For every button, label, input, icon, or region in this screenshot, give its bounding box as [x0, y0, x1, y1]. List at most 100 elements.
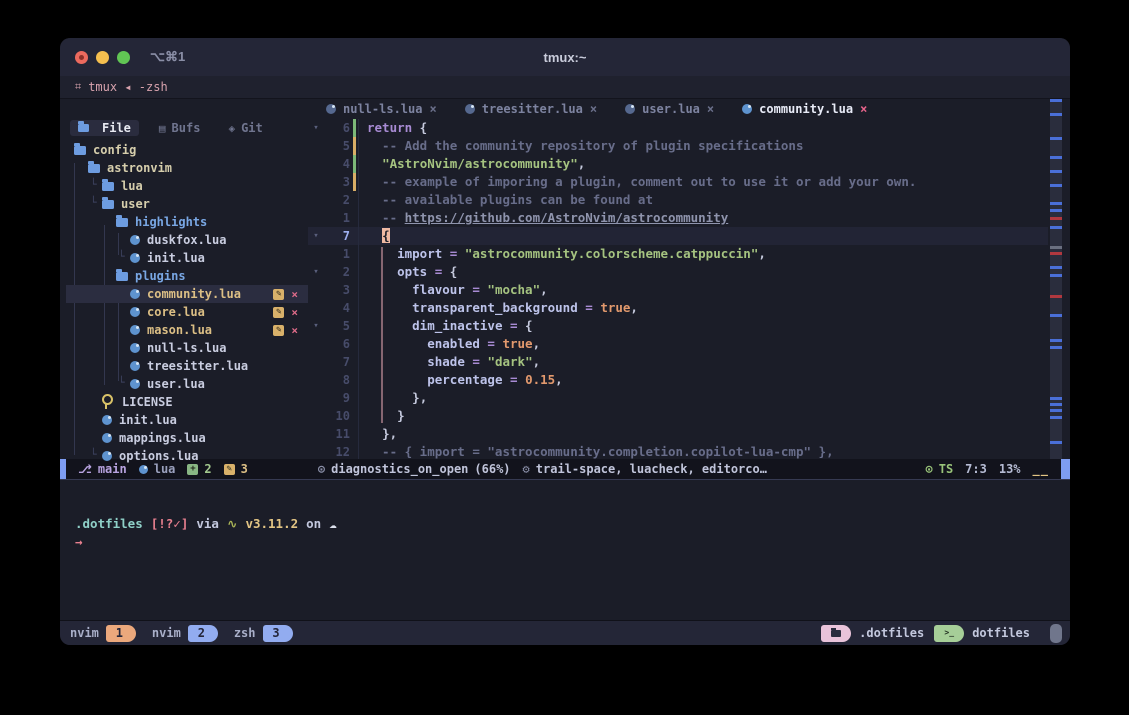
code-line[interactable]: 8 percentage = 0.15,: [308, 371, 1048, 389]
buffer-tab-label: community.lua: [759, 102, 853, 116]
tree-item-highlights[interactable]: highlights: [66, 213, 308, 231]
code-token: ,: [420, 390, 428, 405]
code-token: ,: [540, 282, 548, 297]
fold-chevron-icon[interactable]: ▾: [308, 227, 324, 245]
tmux-session-row[interactable]: ⌗ tmux ◂ -zsh: [60, 76, 1070, 99]
zoom-window-button[interactable]: [117, 51, 130, 64]
tree-item-astronvim[interactable]: astronvim: [66, 159, 308, 177]
line-number: 2: [324, 263, 350, 281]
tree-item-plugins[interactable]: plugins: [66, 267, 308, 285]
code-line[interactable]: 9 },: [308, 389, 1048, 407]
code-area[interactable]: ▾6return {5 -- Add the community reposit…: [308, 119, 1048, 459]
close-icon[interactable]: ×: [707, 102, 714, 116]
lua-icon: [102, 433, 112, 443]
tree-connector: └: [118, 250, 125, 263]
code-line[interactable]: 3 -- example of imporing a plugin, comme…: [308, 173, 1048, 191]
code-token: =: [502, 318, 525, 333]
line-number: 3: [324, 281, 350, 299]
close-icon[interactable]: ×: [860, 102, 867, 116]
code-line[interactable]: ▾5 dim_inactive = {: [308, 317, 1048, 335]
close-icon[interactable]: ×: [291, 306, 298, 319]
tmux-window-index-badge: 3: [263, 625, 293, 642]
close-icon[interactable]: ×: [429, 102, 436, 116]
sidebar-tab-bufs[interactable]: ▤Bufs: [151, 120, 209, 136]
code-line[interactable]: 7 shade = "dark",: [308, 353, 1048, 371]
code-token: -- { import = "astrocommunity.completion…: [367, 444, 834, 459]
tmux-window-zsh-3[interactable]: zsh3: [234, 625, 293, 642]
tree-item-community.lua[interactable]: community.lua✎×: [66, 285, 308, 303]
git-changed-icon: ✎: [224, 464, 235, 475]
window-shortcut-label: ⌥⌘1: [150, 49, 185, 65]
tree-item-duskfox.lua[interactable]: duskfox.lua: [66, 231, 308, 249]
tree-item-options.lua[interactable]: └options.lua: [66, 447, 308, 465]
code-text: },: [358, 389, 427, 407]
code-token: ,: [533, 354, 541, 369]
code-line[interactable]: 4 transparent_background = true,: [308, 299, 1048, 317]
tree-item-user.lua[interactable]: └user.lua: [66, 375, 308, 393]
line-number: 11: [324, 425, 350, 443]
code-token: dim_inactive: [412, 318, 502, 333]
tree-item-config[interactable]: config: [66, 141, 308, 159]
titlebar[interactable]: ⌥⌘1 tmux:~: [60, 38, 1070, 76]
tree-item-core.lua[interactable]: core.lua✎×: [66, 303, 308, 321]
scrollbar-minimap[interactable]: [1050, 99, 1062, 459]
code-line[interactable]: 6 enabled = true,: [308, 335, 1048, 353]
shell-pane[interactable]: .dotfiles [!?✓] via ∿ v3.11.2 on ☁ →: [60, 479, 1070, 620]
tree-item-init.lua[interactable]: init.lua: [66, 411, 308, 429]
code-text: return {: [358, 119, 427, 137]
tree-item-mason.lua[interactable]: mason.lua✎×: [66, 321, 308, 339]
tree-item-treesitter.lua[interactable]: treesitter.lua: [66, 357, 308, 375]
code-line[interactable]: 1 import = "astrocommunity.colorscheme.c…: [308, 245, 1048, 263]
code-token: true: [502, 336, 532, 351]
code-line[interactable]: 11 },: [308, 425, 1048, 443]
code-token: =: [480, 336, 503, 351]
code-line[interactable]: 5 -- Add the community repository of plu…: [308, 137, 1048, 155]
code-text: {: [358, 227, 390, 245]
tmux-window-nvim-1[interactable]: nvim1: [70, 625, 136, 642]
code-line[interactable]: 2 -- available plugins can be found at: [308, 191, 1048, 209]
code-token: =: [442, 246, 465, 261]
buffer-tab-null-ls.lua[interactable]: null-ls.lua×: [326, 102, 437, 116]
buffer-tab-treesitter.lua[interactable]: treesitter.lua×: [465, 102, 597, 116]
code-token: =: [465, 354, 488, 369]
close-icon[interactable]: ×: [291, 324, 298, 337]
close-window-button[interactable]: [75, 51, 88, 64]
close-icon[interactable]: ×: [291, 288, 298, 301]
git-sign: [350, 353, 358, 371]
fold-chevron-icon[interactable]: ▾: [308, 119, 324, 137]
code-token: =: [427, 264, 450, 279]
code-line[interactable]: ▾7 {: [308, 227, 1048, 245]
code-line[interactable]: 12 -- { import = "astrocommunity.complet…: [308, 443, 1048, 459]
code-line[interactable]: ▾6return {: [308, 119, 1048, 137]
tree-item-null-ls.lua[interactable]: null-ls.lua: [66, 339, 308, 357]
code-line[interactable]: 10 }: [308, 407, 1048, 425]
fold-chevron-icon[interactable]: ▾: [308, 317, 324, 335]
tree-item-user[interactable]: └user: [66, 195, 308, 213]
code-line[interactable]: ▾2 opts = {: [308, 263, 1048, 281]
sidebar-tab-file[interactable]: File: [70, 120, 139, 136]
sources-label: trail-space, luacheck, editorco…: [536, 462, 767, 476]
minimap-mark: [1050, 416, 1062, 419]
code-token: {: [525, 318, 533, 333]
buffer-tab-user.lua[interactable]: user.lua ×: [625, 102, 714, 116]
close-icon[interactable]: ×: [590, 102, 597, 116]
fold-chevron-icon[interactable]: ▾: [308, 263, 324, 281]
minimize-window-button[interactable]: [96, 51, 109, 64]
sidebar-tab-git[interactable]: ◈Git: [220, 120, 270, 136]
fold-chevron-icon: [308, 155, 324, 173]
code-line[interactable]: 4 "AstroNvim/astrocommunity",: [308, 155, 1048, 173]
tree-item-mappings.lua[interactable]: mappings.lua: [66, 429, 308, 447]
treesitter-icon: ⊙: [925, 462, 932, 476]
tree-item-init.lua[interactable]: └init.lua: [66, 249, 308, 267]
minimap-mark: [1050, 156, 1062, 159]
code-line[interactable]: 3 flavour = "mocha",: [308, 281, 1048, 299]
tmux-window-nvim-2[interactable]: nvim2: [152, 625, 218, 642]
tree-item-label: treesitter.lua: [147, 359, 248, 373]
tree-item-LICENSE[interactable]: LICENSE: [66, 393, 308, 411]
tree-item-lua[interactable]: └lua: [66, 177, 308, 195]
treesitter-label: TS: [939, 462, 953, 476]
code-token: return: [367, 120, 412, 135]
buffer-tab-community.lua[interactable]: community.lua ×: [742, 102, 867, 116]
buffer-tab-label: user.lua: [642, 102, 700, 116]
code-line[interactable]: 1 -- https://github.com/AstroNvim/astroc…: [308, 209, 1048, 227]
